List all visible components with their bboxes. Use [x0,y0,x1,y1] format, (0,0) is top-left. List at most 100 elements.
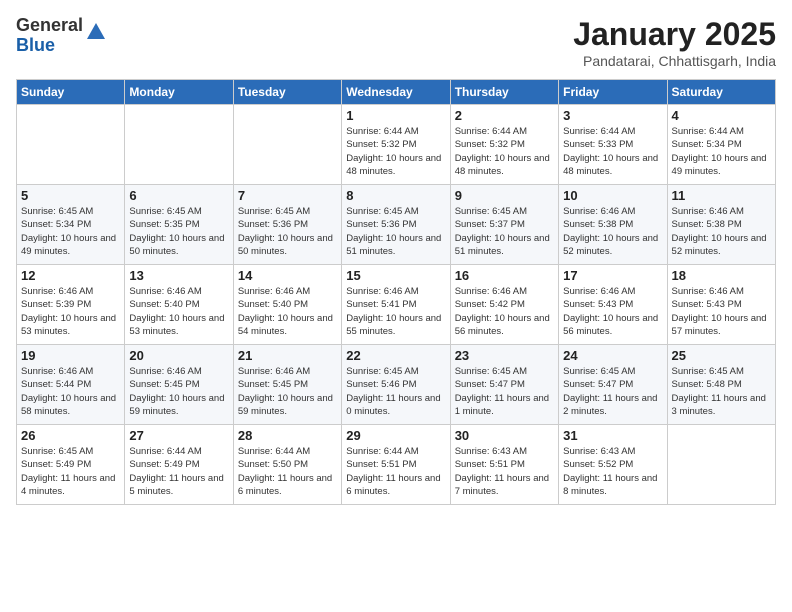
day-number: 30 [455,428,554,443]
day-info: Sunrise: 6:44 AM Sunset: 5:49 PM Dayligh… [129,445,228,498]
day-cell: 5 Sunrise: 6:45 AM Sunset: 5:34 PM Daylig… [17,185,125,265]
day-number: 10 [563,188,662,203]
day-number: 16 [455,268,554,283]
day-number: 8 [346,188,445,203]
day-cell: 23 Sunrise: 6:45 AM Sunset: 5:47 PM Dayli… [450,345,558,425]
day-cell: 22Sunrise: 6:45 AM Sunset: 5:46 PM Dayli… [342,345,450,425]
logo-text: General Blue [16,16,107,56]
day-info: Sunrise: 6:45 AM Sunset: 5:36 PM Dayligh… [238,205,337,258]
day-info: Sunrise: 6:46 AM Sunset: 5:43 PM Dayligh… [672,285,771,338]
day-cell: 27 Sunrise: 6:44 AM Sunset: 5:49 PM Dayli… [125,425,233,505]
day-cell [125,105,233,185]
location: Pandatarai, Chhattisgarh, India [573,53,776,69]
day-cell: 15 Sunrise: 6:46 AM Sunset: 5:41 PM Dayli… [342,265,450,345]
day-info: Sunrise: 6:44 AM Sunset: 5:34 PM Dayligh… [672,125,771,178]
day-number: 11 [672,188,771,203]
day-info: Sunrise: 6:46 AM Sunset: 5:42 PM Dayligh… [455,285,554,338]
day-cell: 20 Sunrise: 6:46 AM Sunset: 5:45 PM Dayli… [125,345,233,425]
day-info: Sunrise: 6:46 AM Sunset: 5:38 PM Dayligh… [563,205,662,258]
day-cell: 30 Sunrise: 6:43 AM Sunset: 5:51 PM Dayli… [450,425,558,505]
day-cell: 8 Sunrise: 6:45 AM Sunset: 5:36 PM Daylig… [342,185,450,265]
week-row-5: 26 Sunrise: 6:45 AM Sunset: 5:49 PM Dayli… [17,425,776,505]
day-number: 31 [563,428,662,443]
day-cell: 9Sunrise: 6:45 AM Sunset: 5:37 PM Daylig… [450,185,558,265]
day-cell: 19 Sunrise: 6:46 AM Sunset: 5:44 PM Dayli… [17,345,125,425]
day-cell: 16 Sunrise: 6:46 AM Sunset: 5:42 PM Dayli… [450,265,558,345]
day-number: 23 [455,348,554,363]
day-info: Sunrise: 6:44 AM Sunset: 5:51 PM Dayligh… [346,445,445,498]
day-cell: 26 Sunrise: 6:45 AM Sunset: 5:49 PM Dayli… [17,425,125,505]
day-info: Sunrise: 6:46 AM Sunset: 5:43 PM Dayligh… [563,285,662,338]
day-info: Sunrise: 6:44 AM Sunset: 5:50 PM Dayligh… [238,445,337,498]
day-info: Sunrise: 6:43 AM Sunset: 5:51 PM Dayligh… [455,445,554,498]
day-info: Sunrise: 6:44 AM Sunset: 5:32 PM Dayligh… [455,125,554,178]
week-row-3: 12 Sunrise: 6:46 AM Sunset: 5:39 PM Dayli… [17,265,776,345]
day-number: 3 [563,108,662,123]
calendar-body: 1Sunrise: 6:44 AM Sunset: 5:32 PM Daylig… [17,105,776,505]
logo-general: General [16,15,83,35]
day-number: 5 [21,188,120,203]
day-number: 14 [238,268,337,283]
day-number: 27 [129,428,228,443]
day-info: Sunrise: 6:46 AM Sunset: 5:40 PM Dayligh… [238,285,337,338]
day-number: 28 [238,428,337,443]
day-info: Sunrise: 6:44 AM Sunset: 5:32 PM Dayligh… [346,125,445,178]
day-number: 19 [21,348,120,363]
day-cell: 28 Sunrise: 6:44 AM Sunset: 5:50 PM Dayli… [233,425,341,505]
day-info: Sunrise: 6:46 AM Sunset: 5:45 PM Dayligh… [129,365,228,418]
day-number: 20 [129,348,228,363]
month-title: January 2025 [573,16,776,53]
calendar-header: SundayMondayTuesdayWednesdayThursdayFrid… [17,80,776,105]
header-row: SundayMondayTuesdayWednesdayThursdayFrid… [17,80,776,105]
calendar-table: SundayMondayTuesdayWednesdayThursdayFrid… [16,79,776,505]
week-row-4: 19 Sunrise: 6:46 AM Sunset: 5:44 PM Dayli… [17,345,776,425]
day-cell: 31 Sunrise: 6:43 AM Sunset: 5:52 PM Dayli… [559,425,667,505]
week-row-2: 5 Sunrise: 6:45 AM Sunset: 5:34 PM Daylig… [17,185,776,265]
col-header-thursday: Thursday [450,80,558,105]
day-info: Sunrise: 6:45 AM Sunset: 5:47 PM Dayligh… [455,365,554,418]
day-number: 7 [238,188,337,203]
day-info: Sunrise: 6:45 AM Sunset: 5:34 PM Dayligh… [21,205,120,258]
day-number: 4 [672,108,771,123]
logo-blue: Blue [16,35,55,55]
day-info: Sunrise: 6:45 AM Sunset: 5:36 PM Dayligh… [346,205,445,258]
day-cell: 3 Sunrise: 6:44 AM Sunset: 5:33 PM Daylig… [559,105,667,185]
day-info: Sunrise: 6:46 AM Sunset: 5:40 PM Dayligh… [129,285,228,338]
col-header-friday: Friday [559,80,667,105]
day-number: 24 [563,348,662,363]
day-cell [17,105,125,185]
day-cell: 12 Sunrise: 6:46 AM Sunset: 5:39 PM Dayli… [17,265,125,345]
logo: General Blue [16,16,107,56]
day-info: Sunrise: 6:45 AM Sunset: 5:49 PM Dayligh… [21,445,120,498]
day-info: Sunrise: 6:46 AM Sunset: 5:38 PM Dayligh… [672,205,771,258]
day-number: 18 [672,268,771,283]
day-cell: 14 Sunrise: 6:46 AM Sunset: 5:40 PM Dayli… [233,265,341,345]
day-cell [667,425,775,505]
day-cell: 7 Sunrise: 6:45 AM Sunset: 5:36 PM Daylig… [233,185,341,265]
day-info: Sunrise: 6:46 AM Sunset: 5:44 PM Dayligh… [21,365,120,418]
day-cell: 29Sunrise: 6:44 AM Sunset: 5:51 PM Dayli… [342,425,450,505]
day-cell: 25Sunrise: 6:45 AM Sunset: 5:48 PM Dayli… [667,345,775,425]
day-info: Sunrise: 6:44 AM Sunset: 5:33 PM Dayligh… [563,125,662,178]
day-number: 22 [346,348,445,363]
col-header-sunday: Sunday [17,80,125,105]
day-info: Sunrise: 6:46 AM Sunset: 5:39 PM Dayligh… [21,285,120,338]
day-number: 25 [672,348,771,363]
day-info: Sunrise: 6:46 AM Sunset: 5:41 PM Dayligh… [346,285,445,338]
day-cell: 1Sunrise: 6:44 AM Sunset: 5:32 PM Daylig… [342,105,450,185]
day-cell: 24Sunrise: 6:45 AM Sunset: 5:47 PM Dayli… [559,345,667,425]
page-header: General Blue January 2025 Pandatarai, Ch… [16,16,776,69]
day-info: Sunrise: 6:43 AM Sunset: 5:52 PM Dayligh… [563,445,662,498]
day-info: Sunrise: 6:46 AM Sunset: 5:45 PM Dayligh… [238,365,337,418]
title-area: January 2025 Pandatarai, Chhattisgarh, I… [573,16,776,69]
day-cell: 10 Sunrise: 6:46 AM Sunset: 5:38 PM Dayli… [559,185,667,265]
col-header-saturday: Saturday [667,80,775,105]
day-number: 12 [21,268,120,283]
col-header-wednesday: Wednesday [342,80,450,105]
day-number: 6 [129,188,228,203]
day-number: 13 [129,268,228,283]
day-number: 26 [21,428,120,443]
day-cell: 4 Sunrise: 6:44 AM Sunset: 5:34 PM Daylig… [667,105,775,185]
day-number: 15 [346,268,445,283]
day-cell: 2Sunrise: 6:44 AM Sunset: 5:32 PM Daylig… [450,105,558,185]
